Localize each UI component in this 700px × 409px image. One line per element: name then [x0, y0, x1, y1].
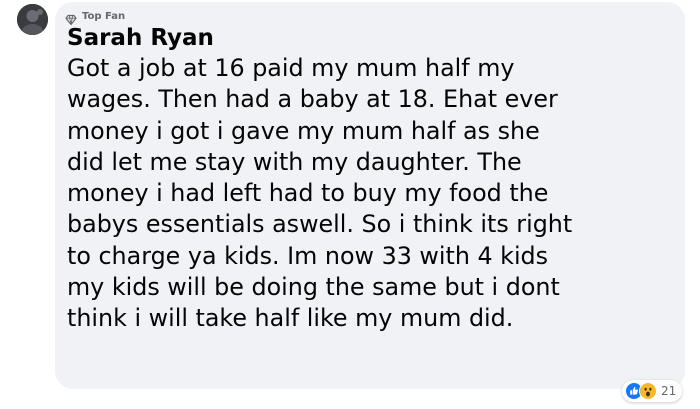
avatar-photo	[17, 4, 48, 35]
diamond-icon	[65, 11, 77, 26]
comment-line: money i had left had to buy my food the	[67, 179, 549, 208]
badge-label: Top Fan	[82, 11, 126, 22]
comment-line: babys essentials aswell. So i think its …	[67, 210, 573, 239]
comment-line: think i will take half like my mum did.	[67, 304, 514, 333]
comment-line: to charge ya kids. Im now 33 with 4 kids	[67, 241, 549, 270]
author-name[interactable]: Sarah Ryan	[67, 23, 214, 53]
top-fan-badge: Top Fan	[65, 10, 126, 26]
reactions-summary[interactable]: 21	[622, 380, 683, 402]
avatar[interactable]	[17, 4, 48, 35]
comment-line: Got a job at 16 paid my mum half my	[67, 54, 515, 82]
comment-line: did let me stay with my daughter. The	[67, 147, 522, 176]
comment-thread: Top Fan Sarah Ryan Got a job at 16 paid …	[0, 0, 700, 409]
comment-text: Got a job at 16 paid my mum half my wage…	[67, 53, 677, 335]
comment-line: wages. Then had a baby at 18. Ehat ever	[67, 85, 558, 114]
wow-icon	[639, 382, 657, 400]
comment-line: money i got i gave my mum half as she	[67, 116, 540, 145]
comment-bubble: Top Fan Sarah Ryan Got a job at 16 paid …	[55, 2, 685, 389]
reaction-count: 21	[661, 384, 677, 398]
comment-line: my kids will be doing the same but i don…	[67, 273, 560, 302]
